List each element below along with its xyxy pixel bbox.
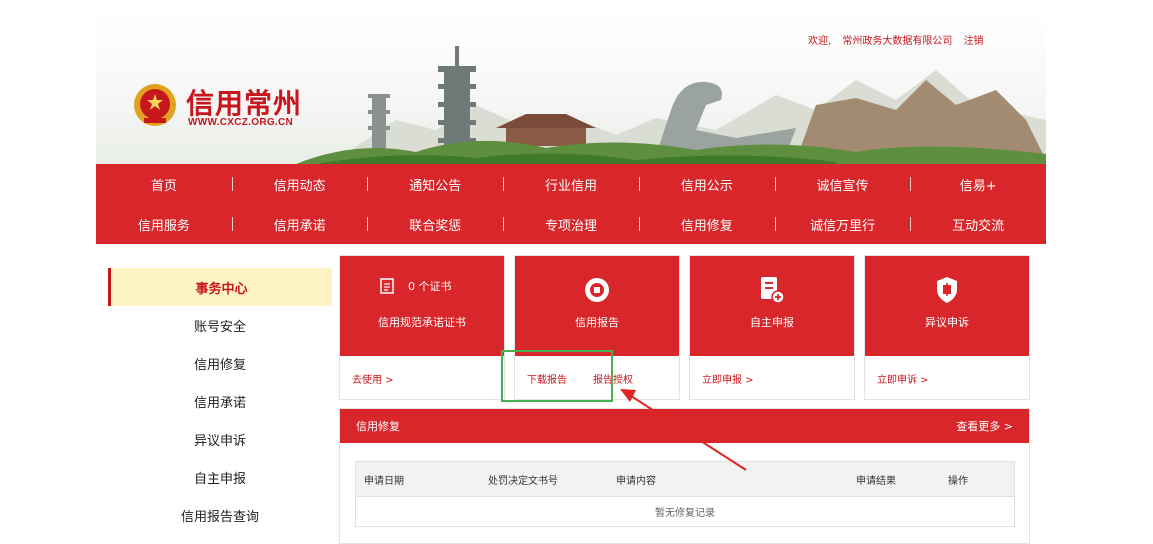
self-declaration-card-header: 自主申报 <box>690 256 854 356</box>
column-header: 操作 <box>948 475 968 487</box>
main-navigation: 首页 信用动态 通知公告 行业信用 信用公示 诚信宣传 信易+ 信用服务 信用承… <box>96 164 1046 244</box>
column-header: 处罚决定文书号 <box>488 475 558 487</box>
empty-message: 暂无修复记录 <box>655 508 715 519</box>
welcome-text: 欢迎, <box>808 36 832 47</box>
site-logo-url: WWW.CXCZ.ORG.CN <box>188 117 294 128</box>
panel-title: 信用修复 <box>356 420 400 433</box>
self-declaration-card: 自主申报 立即申报 > <box>689 255 855 400</box>
header-banner: 信用常州 WWW.CXCZ.ORG.CN 欢迎, 常州政务大数据有限公司 注销 <box>96 10 1046 164</box>
nav-item[interactable]: 互动交流 <box>910 204 1046 244</box>
sidebar-item-credit-report-query[interactable]: 信用报告查询 <box>108 496 332 534</box>
site-logo-title[interactable]: 信用常州 <box>186 82 302 122</box>
objection-appeal-card-title: 异议申诉 <box>925 316 969 329</box>
annotation-arrow-icon <box>620 389 747 471</box>
document-icon <box>380 278 394 294</box>
nav-item[interactable]: 信用修复 <box>638 204 775 244</box>
nav-item[interactable]: 信易+ <box>910 164 1046 204</box>
nav-item[interactable]: 诚信万里行 <box>774 204 911 244</box>
nav-item[interactable]: 通知公告 <box>367 164 503 204</box>
nav-item[interactable]: 信用动态 <box>231 164 368 204</box>
objection-appeal-card: 异议申诉 立即申诉 > <box>864 255 1030 400</box>
objection-appeal-card-actions: 立即申诉 > <box>865 356 1029 400</box>
appeal-now-link[interactable]: 立即申诉 > <box>877 371 929 386</box>
self-declaration-card-title: 自主申报 <box>750 316 794 329</box>
shield-icon <box>933 276 961 304</box>
credit-report-card-title: 信用报告 <box>575 316 619 329</box>
view-more-link[interactable]: 查看更多 > <box>956 418 1013 434</box>
nav-row-2: 信用服务 信用承诺 联合奖惩 专项治理 信用修复 诚信万里行 互动交流 <box>96 204 1046 244</box>
sidebar-item-account-security[interactable]: 账号安全 <box>108 306 332 344</box>
sidebar-item-self-declaration[interactable]: 自主申报 <box>108 458 332 496</box>
download-report-highlight-box <box>501 350 613 402</box>
company-name-link[interactable]: 常州政务大数据有限公司 <box>842 36 952 47</box>
certificate-card: 0 个证书 信用规范承诺证书 去使用 > <box>339 255 505 400</box>
user-links: 欢迎, 常州政务大数据有限公司 注销 <box>808 32 992 47</box>
sidebar-item-affairs-center[interactable]: 事务中心 <box>108 268 332 306</box>
sidebar-item-credit-commitment[interactable]: 信用承诺 <box>108 382 332 420</box>
nav-item[interactable]: 专项治理 <box>503 204 639 244</box>
certificate-count: 0 个证书 <box>408 280 452 293</box>
credit-report-card-header: 信用报告 <box>515 256 679 356</box>
user-center-sidebar: 事务中心 账号安全 信用修复 信用承诺 异议申诉 自主申报 信用报告查询 <box>108 268 332 544</box>
objection-appeal-card-header: 异议申诉 <box>865 256 1029 356</box>
column-header: 申请日期 <box>364 475 404 487</box>
nav-item[interactable]: 信用服务 <box>96 204 232 244</box>
table-empty-row: 暂无修复记录 <box>355 497 1015 527</box>
certificate-card-header: 0 个证书 信用规范承诺证书 <box>340 256 504 356</box>
certificate-count-row: 0 个证书 <box>380 278 452 294</box>
nav-item[interactable]: 诚信宣传 <box>774 164 911 204</box>
national-emblem-icon <box>134 84 176 126</box>
column-header: 申请结果 <box>856 475 896 487</box>
nav-item[interactable]: 联合奖惩 <box>367 204 503 244</box>
certificate-card-title: 信用规范承诺证书 <box>378 316 466 329</box>
logout-link[interactable]: 注销 <box>964 36 984 47</box>
nav-item[interactable]: 信用公示 <box>638 164 775 204</box>
nav-item[interactable]: 信用承诺 <box>231 204 368 244</box>
nav-item[interactable]: 首页 <box>96 164 232 204</box>
report-seal-icon <box>583 276 611 304</box>
sidebar-item-objection-appeal[interactable]: 异议申诉 <box>108 420 332 458</box>
sidebar-item-credit-repair[interactable]: 信用修复 <box>108 344 332 382</box>
form-add-icon <box>758 276 786 304</box>
nav-item[interactable]: 行业信用 <box>503 164 639 204</box>
certificate-card-actions: 去使用 > <box>340 356 504 400</box>
nav-row-1: 首页 信用动态 通知公告 行业信用 信用公示 诚信宣传 信易+ <box>96 164 1046 204</box>
use-certificate-link[interactable]: 去使用 > <box>352 371 394 386</box>
